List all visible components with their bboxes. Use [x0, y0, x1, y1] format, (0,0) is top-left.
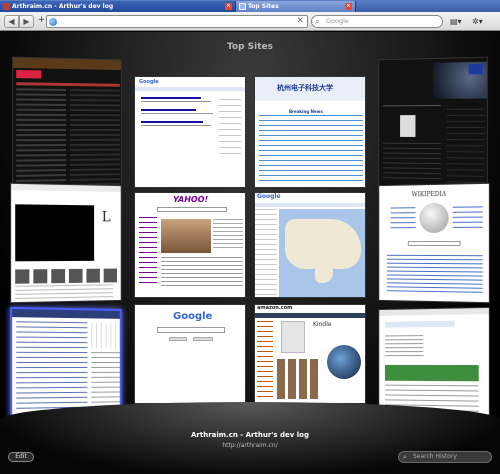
google-logo: Google: [173, 311, 213, 322]
google-small-logo: Google: [139, 79, 159, 85]
browser-toolbar: ◀ ▶ + ✕ ⌕ Google ▤▾ ✲▾: [0, 12, 500, 31]
site-thumbnail[interactable]: amazon.com Kindle: [254, 304, 366, 404]
forward-button[interactable]: ▶: [19, 15, 34, 28]
search-input[interactable]: ⌕ Google: [311, 15, 443, 28]
selected-site-url: http://arthraim.cn/: [222, 442, 278, 449]
site-thumbnail[interactable]: WIKIPEDIA: [378, 182, 490, 304]
tab-label: Top Sites: [248, 3, 279, 10]
site-thumbnail[interactable]: YAHOO!: [134, 192, 246, 298]
university-logo: 杭州电子科技大学: [277, 84, 333, 92]
search-icon: ⌕: [403, 453, 407, 461]
amazon-logo: amazon.com: [257, 305, 293, 311]
globe-icon: [49, 18, 57, 26]
search-history-input[interactable]: ⌕ Search History: [398, 451, 492, 463]
wikipedia-logo: WIKIPEDIA: [411, 190, 447, 199]
back-arrow-icon: ◀: [8, 17, 15, 26]
site-thumbnail[interactable]: [378, 306, 490, 420]
forward-arrow-icon: ▶: [23, 17, 30, 26]
news-heading: Breaking News: [289, 109, 323, 114]
search-placeholder: Google: [326, 17, 349, 25]
tab-bar: Arthraim.cn - Arthur's dev log × Top Sit…: [0, 0, 500, 12]
site-thumbnail-selected[interactable]: [10, 306, 122, 420]
back-button[interactable]: ◀: [4, 15, 19, 28]
yahoo-logo: YAHOO!: [173, 195, 209, 204]
site-thumbnail[interactable]: [12, 56, 122, 200]
site-thumbnail[interactable]: [378, 56, 488, 200]
site-thumbnail[interactable]: Google: [254, 192, 366, 298]
gear-icon[interactable]: ✲▾: [472, 15, 483, 28]
plus-icon: +: [37, 15, 46, 25]
search-history-placeholder: Search History: [413, 453, 457, 460]
site-thumbnail[interactable]: Google: [134, 76, 246, 188]
tab-label: Arthraim.cn - Arthur's dev log: [12, 3, 114, 10]
page-menu-icon[interactable]: ▤▾: [450, 15, 462, 28]
video-logo: L: [101, 209, 111, 226]
kindle-label: Kindle: [313, 321, 332, 328]
tab-arthraim[interactable]: Arthraim.cn - Arthur's dev log ×: [0, 1, 236, 12]
tab-top-sites[interactable]: Top Sites ×: [236, 1, 356, 12]
top-sites-stage: Top Sites Google 杭州电子科技大学 Breaking News: [0, 32, 500, 474]
google-maps-logo: Google: [257, 193, 281, 200]
site-thumbnail[interactable]: 杭州电子科技大学 Breaking News: [254, 76, 366, 188]
selected-site-title: Arthraim.cn - Arthur's dev log: [191, 431, 309, 439]
favicon-icon: [3, 3, 10, 10]
close-tab-icon[interactable]: ×: [345, 3, 352, 10]
top-sites-icon: [239, 3, 246, 10]
stop-icon[interactable]: ✕: [296, 16, 304, 27]
page-title: Top Sites: [226, 42, 274, 52]
site-thumbnail[interactable]: Google: [134, 304, 246, 404]
address-field[interactable]: ✕: [46, 15, 308, 28]
site-thumbnail[interactable]: L: [10, 182, 122, 304]
add-bookmark-button[interactable]: +: [37, 15, 46, 28]
edit-button[interactable]: Edit: [8, 452, 34, 462]
close-tab-icon[interactable]: ×: [225, 3, 232, 10]
search-icon: ⌕: [315, 17, 320, 26]
